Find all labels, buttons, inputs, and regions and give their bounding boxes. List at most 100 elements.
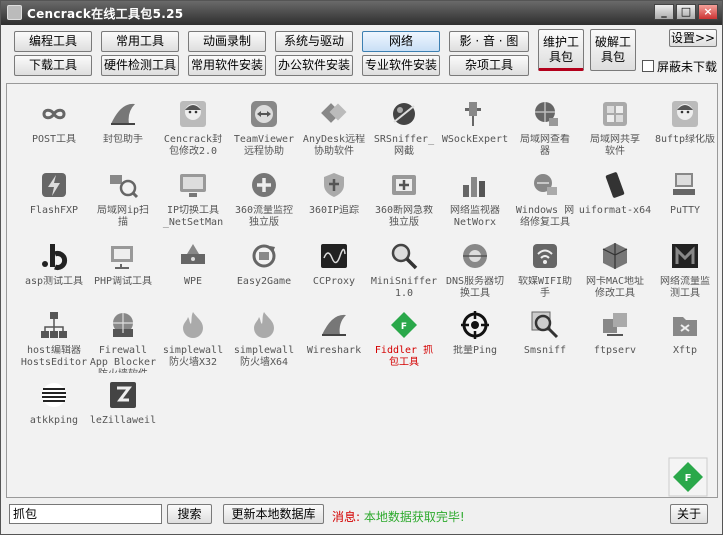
tab-system-driver[interactable]: 系统与驱动 — [275, 31, 353, 52]
tool-label: leZillaweil — [89, 415, 157, 426]
ftp-server-icon — [603, 313, 627, 336]
sniff-magnifier-icon — [531, 311, 559, 339]
tool-item[interactable]: Firewall App Blocker 防火墙软件 — [87, 303, 159, 373]
tool-label: PuTTY — [669, 205, 701, 216]
fiddler-icon[interactable]: F — [668, 457, 708, 497]
php-debug-icon — [111, 246, 133, 269]
tool-item[interactable]: 软媒WIFI助 手 — [509, 234, 581, 304]
tool-item[interactable]: F Fiddler 抓 包工具 — [368, 303, 440, 373]
tool-item[interactable]: PHP调试工具 — [87, 234, 159, 304]
tool-item[interactable]: ftpserv — [579, 303, 651, 373]
tool-item[interactable]: 局域网查看 器 — [509, 92, 581, 162]
tool-item[interactable]: Easy2Game — [228, 234, 300, 304]
windows-share-icon — [603, 102, 627, 126]
tool-item[interactable]: atkkping — [18, 373, 90, 443]
anime-avatar-icon — [180, 101, 206, 127]
maximize-button[interactable]: □ — [676, 4, 696, 20]
tool-item[interactable]: 360流量监控 独立版 — [228, 163, 300, 233]
tool-item[interactable]: 网卡MAC地址 修改工具 — [579, 234, 651, 304]
flash-icon — [42, 173, 66, 197]
tool-item[interactable]: 网络监视器 NetWorx — [439, 163, 511, 233]
tab-office-software[interactable]: 办公软件安装 — [275, 55, 353, 76]
tool-item[interactable]: CCProxy — [298, 234, 370, 304]
bar-chart-icon — [463, 177, 485, 197]
tool-item[interactable]: 局域网共享 软件 — [579, 92, 651, 162]
tool-item[interactable]: Smsniff — [509, 303, 581, 373]
tool-item[interactable]: 批量Ping — [439, 303, 511, 373]
tool-item[interactable]: MiniSniffer 1.0 — [368, 234, 440, 304]
tool-item[interactable]: 网络流量监 测工具 — [649, 234, 721, 304]
tab-pro-software[interactable]: 专业软件安装 — [362, 55, 440, 76]
tool-item[interactable]: PuTTY — [649, 163, 721, 233]
tool-item[interactable]: FlashFXP — [18, 163, 90, 233]
maintenance-toolkit-button[interactable]: 维护工 具包 — [538, 29, 584, 71]
tool-item[interactable]: leZillaweil — [87, 373, 159, 443]
tool-item[interactable]: DNS服务器切 换工具 — [439, 234, 511, 304]
settings-button[interactable]: 设置>> — [669, 29, 717, 47]
tab-hardware[interactable]: 硬件检测工具 — [101, 55, 179, 76]
crack-toolkit-button[interactable]: 破解工 具包 — [590, 29, 636, 71]
network-scan-icon — [110, 175, 139, 199]
status-message-key: 消息: — [332, 510, 361, 524]
tool-label: 封包助手 — [103, 134, 143, 145]
tool-item[interactable]: Wireshark — [298, 303, 370, 373]
tool-item[interactable]: 8uftp绿化版 — [649, 92, 721, 162]
app-icon — [7, 5, 22, 20]
tool-item[interactable]: Cencrack封 包修改2.0 — [157, 92, 229, 162]
tab-common-software[interactable]: 常用软件安装 — [188, 55, 266, 76]
tool-label: FlashFXP — [29, 205, 79, 216]
tab-network[interactable]: 网络 — [362, 31, 440, 52]
tool-item[interactable]: WSockExpert — [439, 92, 511, 162]
wifi-icon — [533, 244, 557, 268]
tool-label: 网络流量监 测工具 — [660, 276, 710, 299]
tool-item[interactable]: 封包助手 — [87, 92, 159, 162]
tool-label: Easy2Game — [236, 276, 292, 287]
tool-item[interactable]: uiformat-x64 — [579, 163, 651, 233]
search-input[interactable]: 抓包 — [9, 504, 162, 524]
tool-item[interactable]: simplewall 防火墙X32 — [157, 303, 229, 373]
shark-fin-icon — [111, 103, 135, 125]
tool-label: Wireshark — [306, 345, 362, 356]
tool-item[interactable]: AnyDesk远程 协助软件 — [298, 92, 370, 162]
tool-item[interactable]: Windows 网 络修复工具 — [509, 163, 581, 233]
tool-label: Fiddler 抓 包工具 — [374, 345, 434, 368]
tool-item[interactable]: POST工具 — [18, 92, 90, 162]
tool-item[interactable]: asp测试工具 — [18, 234, 90, 304]
tool-item[interactable]: SRSniffer_ 网截 — [368, 92, 440, 162]
tab-media[interactable]: 影 · 音 · 图 — [449, 31, 529, 52]
status-message: 消息: 本地数据获取完毕! — [332, 508, 465, 525]
tool-label: 360流量监控 独立版 — [234, 205, 294, 228]
cube-icon — [602, 243, 628, 269]
tab-download[interactable]: 下载工具 — [14, 55, 92, 76]
tool-item[interactable]: 360断网急救 独立版 — [368, 163, 440, 233]
tab-misc[interactable]: 杂项工具 — [449, 55, 529, 76]
network-repair-icon — [534, 174, 557, 195]
fiddler-icon: F — [391, 312, 417, 338]
monitor-icon — [180, 174, 206, 197]
tool-item[interactable]: IP切换工具 _NetSetMan — [157, 163, 229, 233]
update-database-button[interactable]: 更新本地数据库 — [223, 504, 324, 524]
tool-label: 局域网查看 器 — [520, 134, 570, 157]
tab-programming[interactable]: 编程工具 — [14, 31, 92, 52]
search-button[interactable]: 搜索 — [167, 504, 212, 524]
tool-label: DNS服务器切 换工具 — [445, 276, 505, 299]
tool-label: 360断网急救 独立版 — [374, 205, 434, 228]
tool-item[interactable]: 局域网ip扫 描 — [87, 163, 159, 233]
xftp-icon — [673, 317, 697, 336]
crosshair-icon — [461, 311, 489, 339]
tool-item[interactable]: TeamViewer 远程协助 — [228, 92, 300, 162]
tool-label: 8uftp绿化版 — [654, 134, 716, 145]
tab-animation[interactable]: 动画录制 — [188, 31, 266, 52]
about-button[interactable]: 关于 — [670, 504, 708, 524]
tool-item[interactable]: WPE — [157, 234, 229, 304]
hide-undownloaded-checkbox[interactable] — [642, 60, 654, 72]
status-message-value: 本地数据获取完毕! — [360, 510, 465, 524]
tool-label: 360IP追踪 — [308, 205, 360, 216]
tool-item[interactable]: simplewall 防火墙X64 — [228, 303, 300, 373]
tool-item[interactable]: host编辑器 HostsEditor — [18, 303, 90, 373]
tool-item[interactable]: 360IP追踪 — [298, 163, 370, 233]
minimize-button[interactable]: _ — [654, 4, 674, 20]
tab-common-tools[interactable]: 常用工具 — [101, 31, 179, 52]
tool-item[interactable]: Xftp — [649, 303, 721, 373]
close-button[interactable]: × — [698, 4, 718, 20]
